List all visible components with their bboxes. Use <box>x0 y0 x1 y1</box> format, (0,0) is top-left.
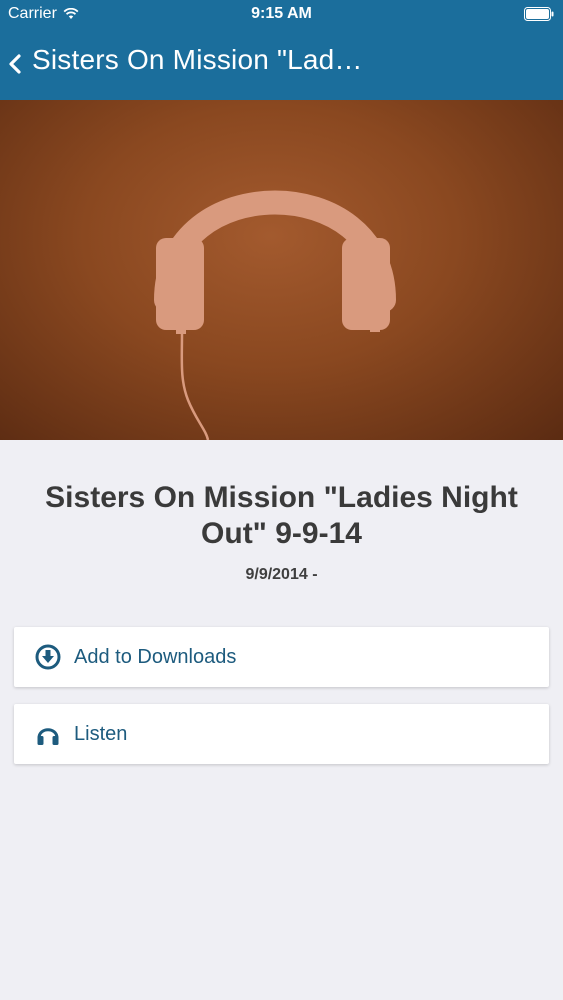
download-circle-icon <box>34 643 62 671</box>
back-button[interactable] <box>0 28 30 100</box>
navigation-bar: Sisters On Mission "Lad… <box>0 28 563 100</box>
status-bar: Carrier 9:15 AM <box>0 0 563 28</box>
episode-date: 9/9/2014 - <box>245 566 318 583</box>
episode-title: Sisters On Mission "Ladies Night Out" 9-… <box>45 481 518 550</box>
status-time: 9:15 AM <box>251 5 312 22</box>
add-to-downloads-label: Add to Downloads <box>74 645 237 668</box>
headphones-illustration-icon <box>154 190 396 440</box>
headphones-icon <box>34 720 62 748</box>
nav-title: Sisters On Mission "Lad… <box>32 44 363 75</box>
listen-button[interactable]: Listen <box>14 704 549 764</box>
episode-artwork <box>0 100 563 440</box>
chevron-left-icon <box>9 54 21 74</box>
add-to-downloads-button[interactable]: Add to Downloads <box>14 627 549 687</box>
battery-icon <box>524 7 554 21</box>
listen-label: Listen <box>74 722 128 745</box>
